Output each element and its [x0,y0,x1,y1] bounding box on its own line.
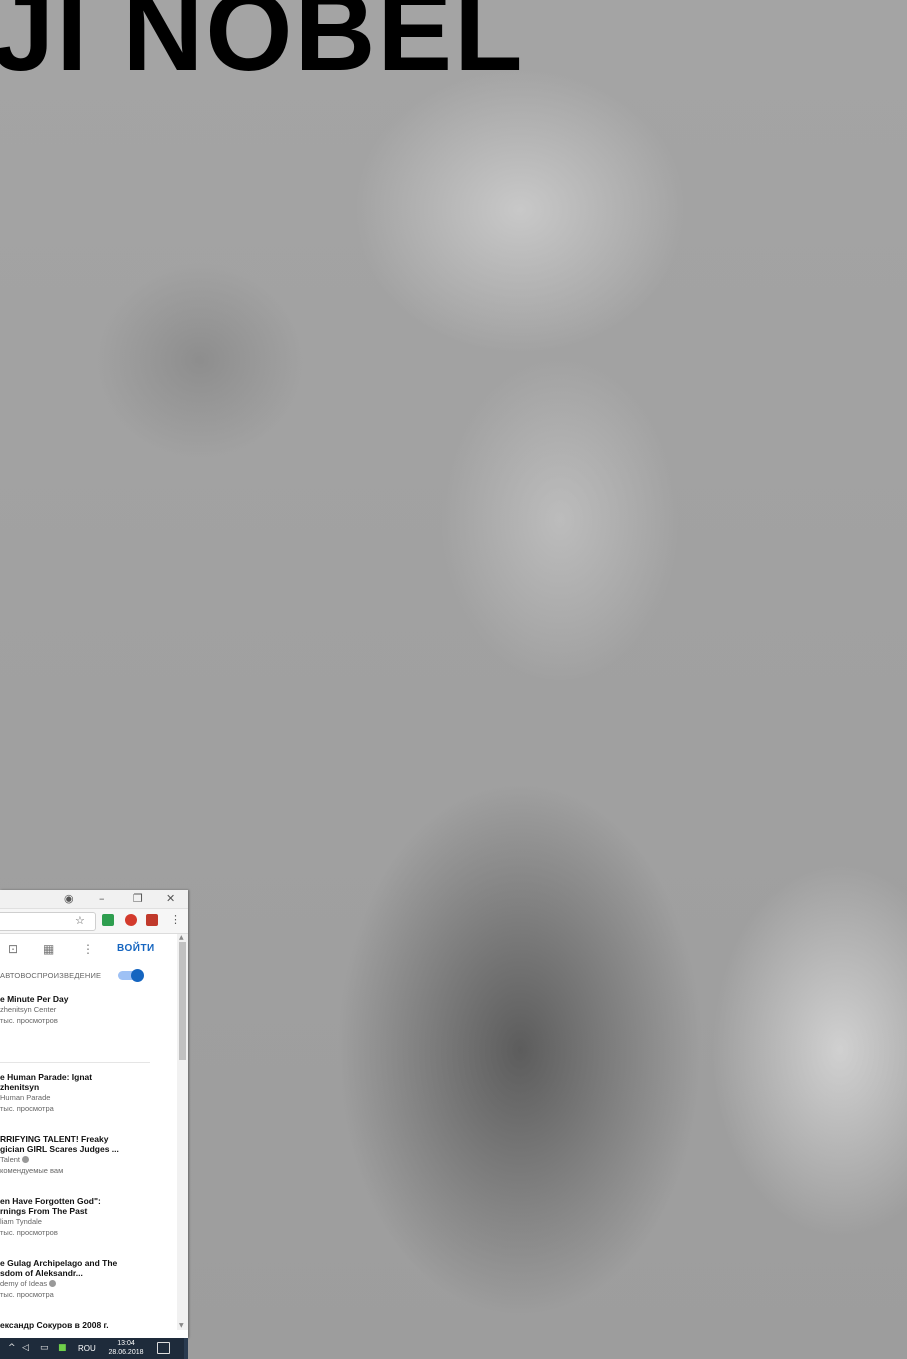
list-item[interactable]: e Minute Per Day zhenitsyn Center тыс. п… [0,994,170,1026]
video-views: тыс. просмотров [0,1016,58,1025]
address-bar: ☆ ⋮ [0,909,188,934]
youtube-header: ⊡ ▦ ⋮ ВОЙТИ [0,934,188,964]
video-title-line2: sdom of Aleksandr... [0,1268,83,1278]
browser-window: ◉ – ❐ ✕ ☆ ⋮ ⊡ ▦ ⋮ ВОЙТИ АВТОВОСПРОИЗВЕДЕ… [0,890,188,1338]
network-icon[interactable]: ▭ [40,1343,49,1353]
tray-app-icon[interactable]: ■ [58,1343,67,1353]
verified-icon [22,1156,30,1163]
video-title-line2: zhenitsyn [0,1082,40,1092]
video-channel: demy of Ideas [0,1278,170,1289]
language-indicator[interactable]: ROU [78,1344,96,1353]
browser-menu-icon[interactable]: ⋮ [170,913,181,927]
list-item[interactable]: e Gulag Archipelago and The sdom of Alek… [0,1258,170,1300]
video-title: e Human Parade: Ignat [0,1072,93,1082]
volume-icon[interactable]: ◁ [22,1343,29,1353]
upload-camera-icon[interactable]: ⊡ [8,942,18,956]
extension-icon-3[interactable] [146,914,158,926]
video-channel: liam Tyndale [0,1217,42,1226]
title-bar: ◉ – ❐ ✕ [0,890,188,909]
taskbar: ^ ◁ ▭ ■ ROU 13:04 28.06.2018 [0,1338,188,1359]
autoplay-toggle[interactable] [118,969,144,982]
video-channel: zhenitsyn Center [0,1005,57,1014]
video-title: en Have Forgotten God": [0,1196,101,1206]
restore-button[interactable]: ❐ [133,892,143,906]
scroll-up-icon[interactable]: ▲ [179,935,184,941]
video-title: ександр Сокуров в 2008 г. [0,1320,109,1330]
video-views: тыс. просмотра [0,1290,54,1299]
video-title-line2: gician GIRL Scares Judges ... [0,1144,119,1154]
video-channel: Talent [0,1154,170,1165]
video-views: тыс. просмотров [0,1228,58,1237]
account-circle-icon[interactable]: ◉ [64,892,74,906]
video-title: e Gulag Archipelago and The [0,1258,118,1268]
list-item[interactable]: RRIFYING TALENT! Freaky gician GIRL Scar… [0,1134,170,1176]
list-item[interactable]: e Human Parade: Ignat zhenitsyn Human Pa… [0,1072,170,1114]
divider [0,1062,150,1063]
close-button[interactable]: ✕ [166,892,175,906]
toggle-knob [131,969,144,982]
video-views: тыс. просмотра [0,1104,54,1113]
video-title: RRIFYING TALENT! Freaky [0,1134,109,1144]
minimize-button[interactable]: – [99,892,105,906]
headline-text: JI NOBEL [0,0,525,94]
autoplay-label: АВТОВОСПРОИЗВЕДЕНИЕ [0,971,102,980]
video-channel-name: demy of Ideas [0,1279,48,1288]
video-views: комендуемые вам [0,1166,64,1175]
show-desktop-button[interactable] [184,1338,188,1359]
scrollbar-thumb[interactable] [179,942,186,1060]
chevron-up-icon[interactable]: ^ [8,1343,16,1353]
sign-in-button[interactable]: ВОЙТИ [117,943,155,954]
video-channel: Human Parade [0,1093,51,1102]
url-input[interactable]: ☆ [0,912,96,931]
extension-icon-1[interactable] [102,914,114,926]
scrollbar[interactable]: ▲ ▼ [177,934,188,1330]
list-item[interactable]: en Have Forgotten God": rnings From The … [0,1196,170,1238]
clock-time: 13:04 [117,1340,135,1347]
clock-date: 28.06.2018 [108,1349,144,1356]
video-channel-name: Talent [0,1155,21,1164]
scroll-down-icon[interactable]: ▼ [179,1323,184,1329]
video-title-line2: rnings From The Past [0,1206,88,1216]
apps-grid-icon[interactable]: ▦ [43,942,54,956]
video-title: e Minute Per Day [0,994,69,1004]
extension-icon-2[interactable] [125,914,137,926]
verified-icon [49,1280,57,1287]
more-options-icon[interactable]: ⋮ [82,942,94,956]
list-item[interactable]: ександр Сокуров в 2008 г. [0,1320,170,1330]
bookmark-star-icon[interactable]: ☆ [75,915,85,927]
autoplay-row: АВТОВОСПРОИЗВЕДЕНИЕ [0,968,170,984]
clock[interactable]: 13:04 28.06.2018 [104,1339,148,1357]
notification-center-icon[interactable] [157,1342,170,1354]
